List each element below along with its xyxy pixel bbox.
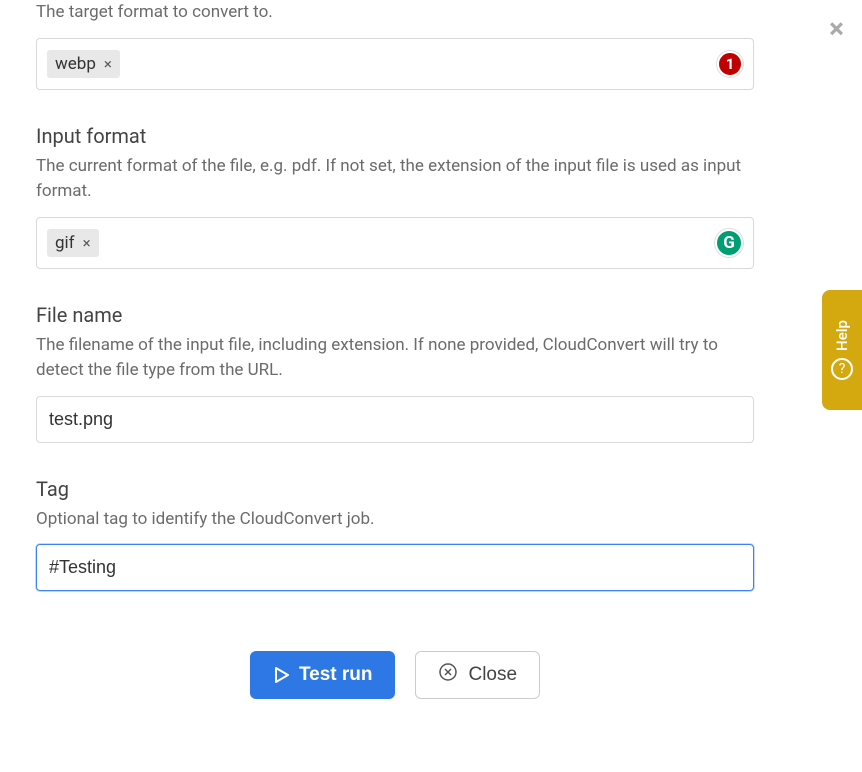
tag-input[interactable] bbox=[36, 544, 754, 591]
play-icon bbox=[273, 667, 289, 683]
field-description: The current format of the file, e.g. pdf… bbox=[36, 154, 754, 205]
error-badge[interactable]: 1 bbox=[717, 51, 743, 77]
input-format-input[interactable]: gif × G bbox=[36, 217, 754, 269]
test-run-button[interactable]: Test run bbox=[250, 651, 396, 699]
close-button[interactable]: Close bbox=[415, 651, 540, 699]
dialog-close-icon[interactable]: × bbox=[829, 12, 844, 45]
field-label: Input format bbox=[36, 124, 754, 148]
help-tab[interactable]: Help ? bbox=[822, 290, 862, 410]
field-label: File name bbox=[36, 303, 754, 327]
dialog-button-row: Test run Close bbox=[36, 651, 754, 699]
field-input-format: Input format The current format of the f… bbox=[36, 124, 754, 269]
tag-chip-gif[interactable]: gif × bbox=[47, 229, 99, 257]
field-description: Optional tag to identify the CloudConver… bbox=[36, 507, 754, 533]
dialog-content: The target format to convert to. webp × … bbox=[0, 0, 790, 745]
button-label: Close bbox=[468, 664, 517, 686]
field-tag: Tag Optional tag to identify the CloudCo… bbox=[36, 477, 754, 592]
field-description: The filename of the input file, includin… bbox=[36, 333, 754, 384]
file-name-input[interactable] bbox=[36, 396, 754, 443]
field-file-name: File name The filename of the input file… bbox=[36, 303, 754, 443]
close-circle-icon bbox=[438, 662, 458, 688]
tag-chip-label: webp bbox=[55, 54, 96, 74]
tag-chip-webp[interactable]: webp × bbox=[47, 50, 120, 78]
field-output-format: The target format to convert to. webp × … bbox=[36, 0, 754, 90]
tag-chip-label: gif bbox=[55, 233, 75, 253]
field-label: Tag bbox=[36, 477, 754, 501]
help-icon: ? bbox=[831, 358, 853, 380]
output-format-input[interactable]: webp × 1 bbox=[36, 38, 754, 90]
help-label: Help bbox=[833, 320, 851, 351]
close-icon[interactable]: × bbox=[104, 55, 112, 73]
button-label: Test run bbox=[299, 664, 373, 686]
close-icon[interactable]: × bbox=[83, 234, 91, 252]
field-description: The target format to convert to. bbox=[36, 0, 754, 26]
grammarly-icon[interactable]: G bbox=[715, 229, 743, 257]
